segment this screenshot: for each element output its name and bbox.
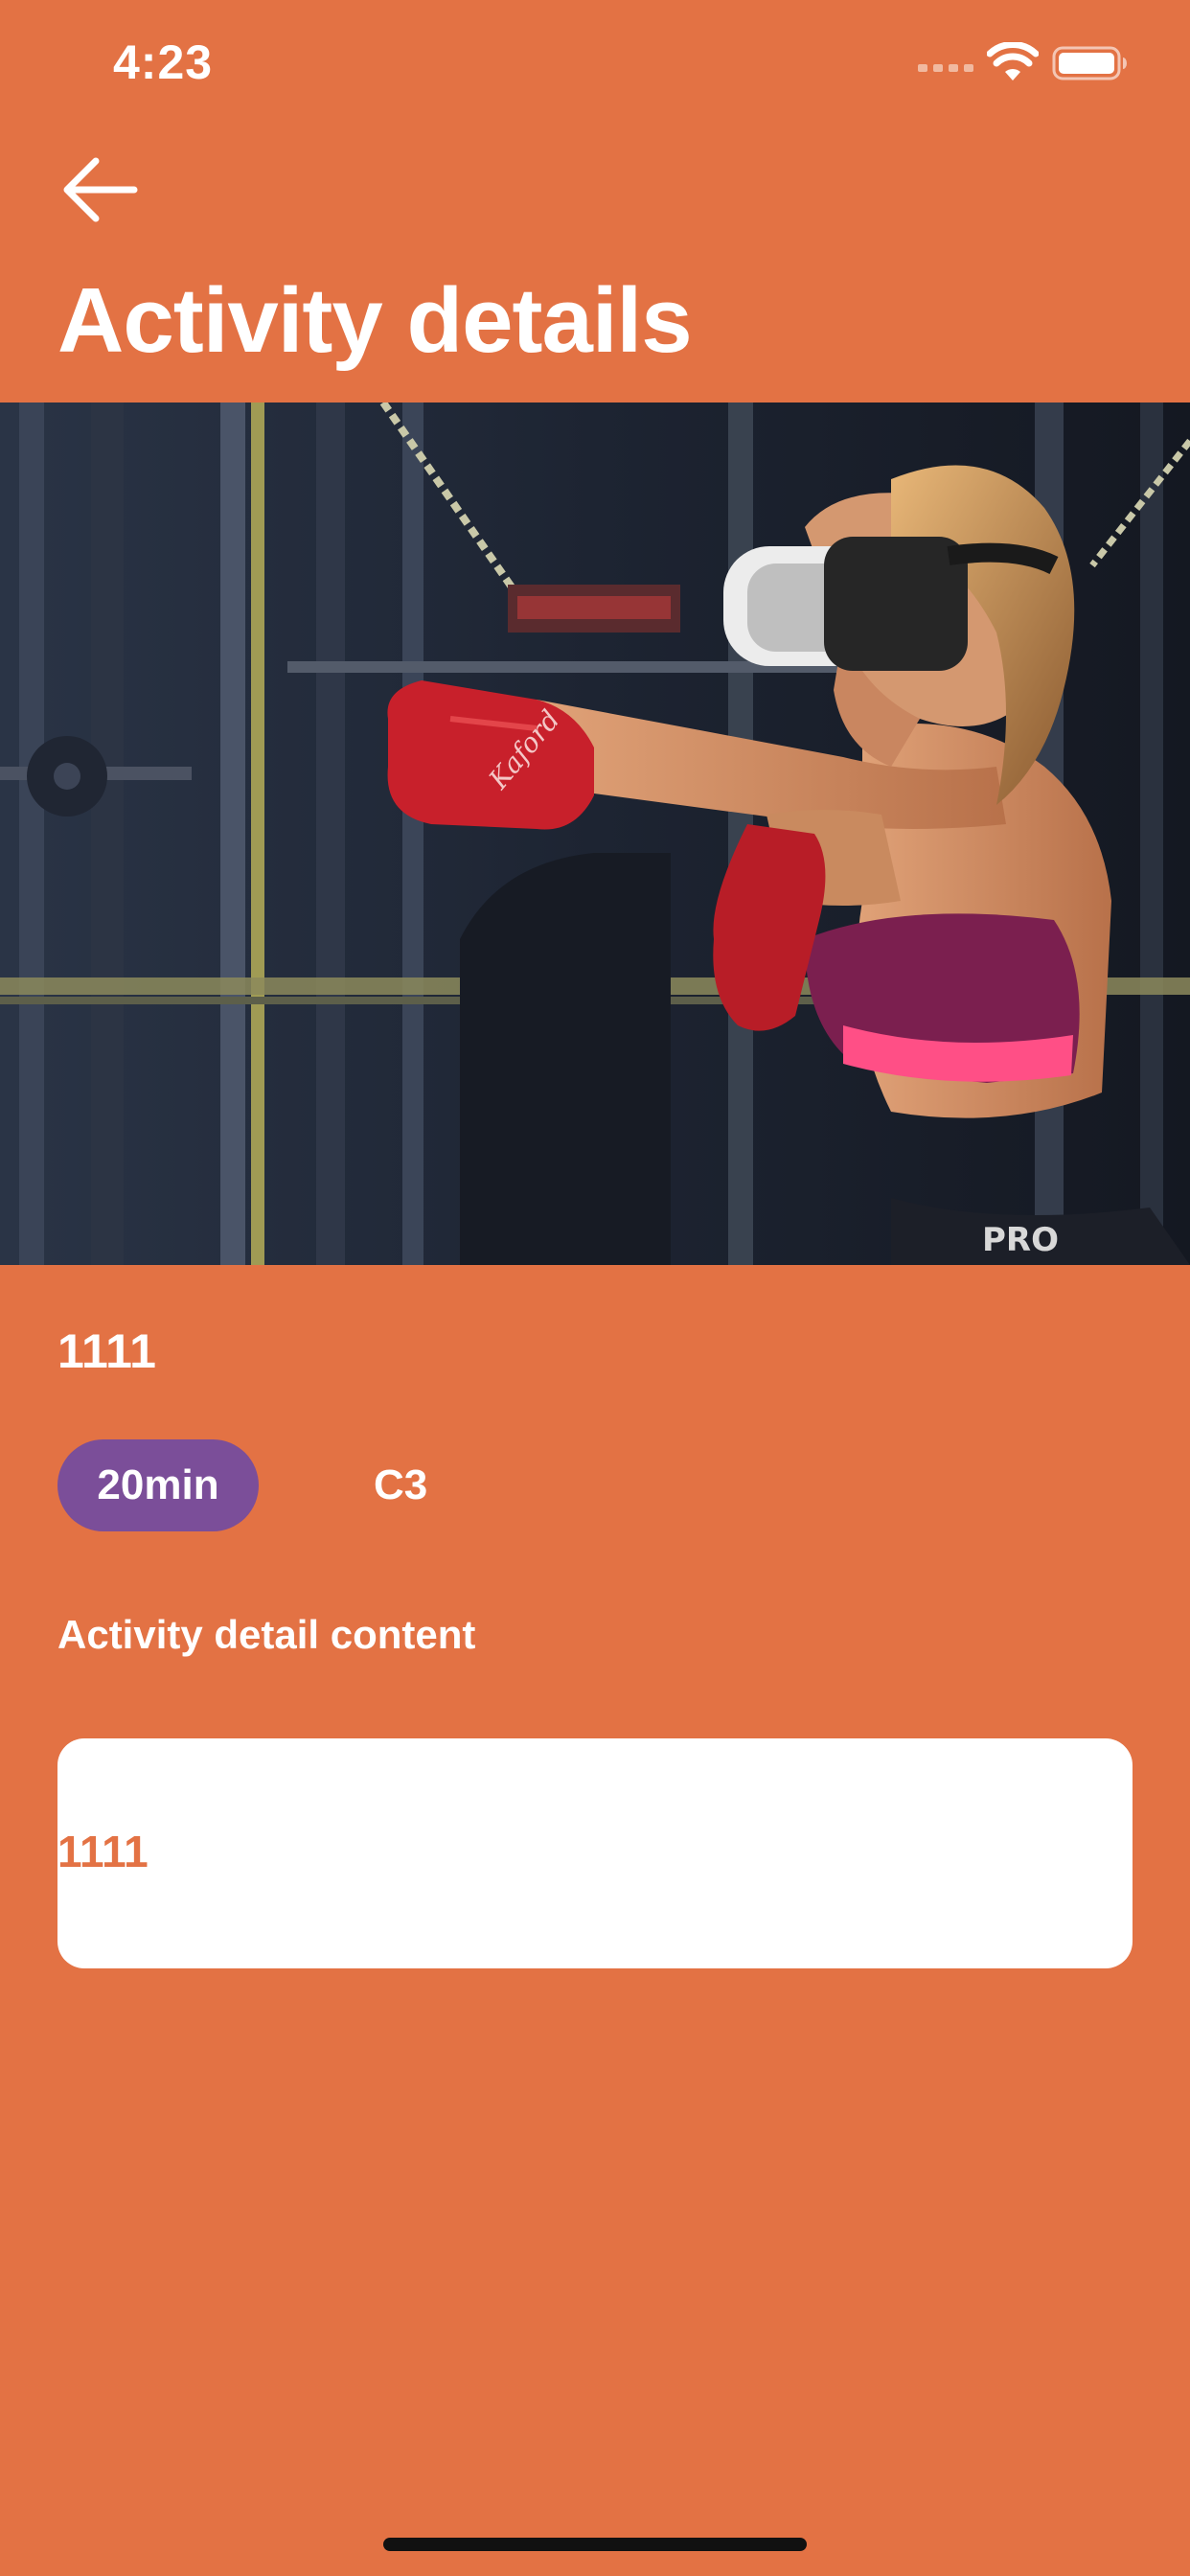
detail-content-card: 1111 — [57, 1738, 1133, 1968]
wifi-icon — [987, 42, 1039, 80]
status-bar: 4:23 — [0, 0, 1190, 126]
level-label: C3 — [374, 1461, 428, 1508]
back-button[interactable] — [54, 150, 149, 230]
home-indicator[interactable] — [383, 2538, 807, 2551]
hero-image: Kaford PRO — [0, 402, 1190, 1265]
status-time: 4:23 — [113, 35, 214, 89]
duration-badge: 20min — [57, 1439, 259, 1531]
page-title: Activity details — [57, 269, 693, 372]
battery-icon — [1052, 46, 1127, 80]
detail-content-heading: Activity detail content — [57, 1612, 476, 1657]
shorts-brand-text: PRO — [982, 1221, 1059, 1259]
cellular-signal-icon — [918, 64, 973, 72]
arrow-left-icon — [63, 157, 138, 222]
activity-name: 1111 — [57, 1324, 156, 1378]
hero-photo: Kaford PRO — [0, 402, 1190, 1265]
detail-content-text: 1111 — [57, 1827, 149, 1876]
